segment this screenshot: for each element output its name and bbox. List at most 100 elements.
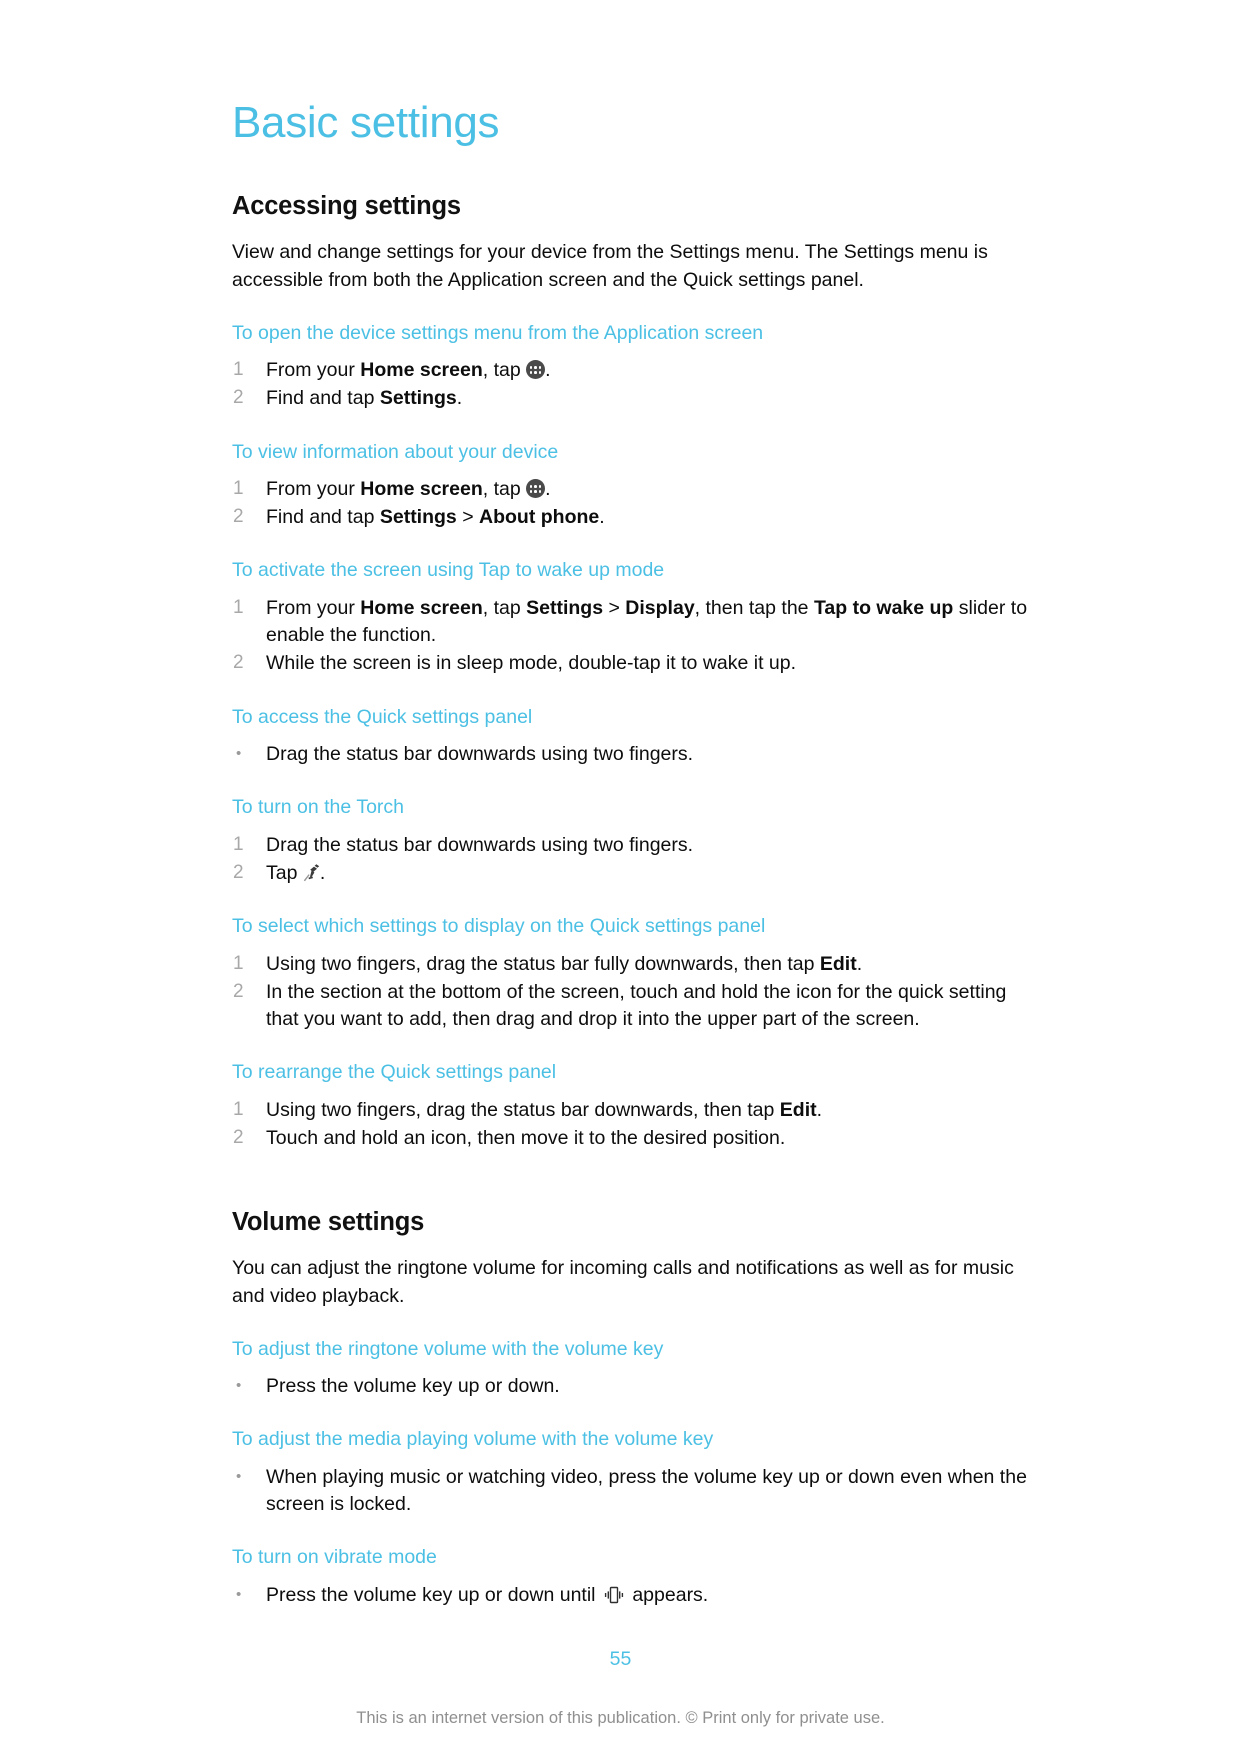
torch-icon [303,863,320,882]
document-page: Basic settings Accessing settings View a… [0,0,1241,1754]
task-ringtone-volume: To adjust the ringtone volume with the v… [232,1337,1032,1401]
step-text-part: From your [266,477,361,500]
step-text: Touch and hold an icon, then move it to … [266,1127,786,1150]
list-item: 2 Find and tap Settings > About phone. [233,504,1032,531]
step-marker: 2 [233,652,244,674]
step-text-part: > [456,506,480,529]
task-title-vibrate-mode: To turn on vibrate mode [232,1546,437,1569]
step-text: From your Home screen, tap Settings > Di… [266,595,1032,650]
footer-copyright-note: This is an internet version of this publ… [356,1709,885,1727]
step-marker: 2 [233,980,244,1002]
task-quick-settings-access: To access the Quick settings panel • Dra… [232,705,1032,769]
task-torch: To turn on the Torch 1 Drag the status b… [232,795,1032,887]
list-item: 2 Touch and hold an icon, then move it t… [233,1125,1032,1152]
list-item: • When playing music or watching video, … [236,1464,1032,1519]
page-title: Basic settings [232,98,500,147]
step-marker: • [236,1467,242,1485]
list-item: 1 From your Home screen, tap . [233,357,1032,384]
list-item: • Press the volume key up or down. [236,1373,1032,1400]
step-list-media-volume: • When playing music or watching video, … [236,1464,1032,1519]
step-text-part: , tap [482,358,527,381]
task-title-rearrange-quick-settings: To rearrange the Quick settings panel [232,1061,557,1084]
step-text-part: Find and tap [266,506,380,529]
step-text-part: From your [266,358,361,381]
task-media-volume: To adjust the media playing volume with … [232,1427,1032,1518]
page-number: 55 [609,1648,632,1670]
step-marker: 1 [233,477,244,499]
task-title-media-volume: To adjust the media playing volume with … [232,1428,714,1451]
emphasis-home-screen: Home screen [360,596,483,619]
vibrate-icon [601,1585,627,1603]
emphasis-display: Display [625,596,695,619]
step-text: Drag the status bar downwards using two … [266,833,694,856]
step-list-open-settings: 1 From your Home screen, tap . 2 Find an… [233,357,1032,413]
section-heading-accessing: Accessing settings [232,192,461,221]
step-text-part: Press the volume key up or down until [266,1583,601,1606]
step-text-part: . [456,387,463,410]
step-text: From your Home screen, tap . [266,357,1032,384]
task-rearrange-quick-settings: To rearrange the Quick settings panel 1 … [232,1060,1032,1152]
task-title-tap-to-wake: To activate the screen using Tap to wake… [232,559,665,582]
step-text-part: Using two fingers, drag the status bar d… [266,1098,780,1121]
step-text-part: Tap [266,861,303,884]
step-marker: 1 [233,358,244,380]
step-text: When playing music or watching video, pr… [266,1465,1027,1516]
step-text-part: From your [266,596,361,619]
step-text-part: , then tap the [694,596,814,619]
emphasis-home-screen: Home screen [360,358,483,381]
step-text: Using two fingers, drag the status bar d… [266,1097,1032,1124]
task-open-settings: To open the device settings menu from th… [232,321,1032,413]
step-list-view-device-info: 1 From your Home screen, tap . 2 Find an… [233,476,1032,532]
step-list-quick-settings-access: • Drag the status bar downwards using tw… [236,741,1032,768]
step-text-part: appears. [626,1583,709,1606]
section-heading-volume: Volume settings [232,1208,425,1237]
list-item: 1 Drag the status bar downwards using tw… [233,832,1032,859]
task-tap-to-wake: To activate the screen using Tap to wake… [232,558,1032,677]
step-list-ringtone-volume: • Press the volume key up or down. [236,1373,1032,1400]
emphasis-home-screen: Home screen [360,477,483,500]
list-item: 2 Tap . [233,860,1032,887]
list-item: • Press the volume key up or down until … [236,1582,1032,1609]
step-text: While the screen is in sleep mode, doubl… [266,652,797,675]
step-marker: 1 [233,833,244,855]
step-text: Using two fingers, drag the status bar f… [266,951,1032,978]
step-list-tap-to-wake: 1 From your Home screen, tap Settings > … [233,595,1032,678]
emphasis-settings: Settings [379,387,457,410]
step-text: Find and tap Settings. [266,385,1032,412]
section-volume-settings: Volume settings You can adjust the ringt… [232,1208,1032,1609]
step-list-torch: 1 Drag the status bar downwards using tw… [233,832,1032,888]
step-marker: 2 [233,861,244,883]
step-text-part: . [545,358,551,381]
list-item: 2 In the section at the bottom of the sc… [233,979,1032,1034]
step-text: From your Home screen, tap . [266,476,1032,503]
task-title-ringtone-volume: To adjust the ringtone volume with the v… [232,1337,664,1360]
step-text: Find and tap Settings > About phone. [266,504,1032,531]
step-marker: 2 [233,387,244,409]
step-list-select-quick-settings: 1 Using two fingers, drag the status bar… [233,951,1032,1034]
section-intro-accessing: View and change settings for your device… [232,241,988,291]
step-text-part: Find and tap [266,387,380,410]
step-text-part: . [545,477,551,500]
step-text-part: . [856,952,863,975]
step-marker: • [236,1377,242,1395]
emphasis-tap-to-wake-up: Tap to wake up [813,596,954,619]
emphasis-about-phone: About phone [479,506,600,529]
step-text: In the section at the bottom of the scre… [266,980,1007,1031]
app-drawer-icon [526,479,546,499]
step-text: Drag the status bar downwards using two … [266,743,694,766]
step-text: Press the volume key up or down. [266,1375,560,1398]
step-marker: 1 [233,1098,244,1120]
step-text: Press the volume key up or down until ap… [266,1582,1032,1609]
step-text-part: . [816,1098,823,1121]
step-text-part: . [319,861,326,884]
step-marker: 1 [233,952,244,974]
step-marker: 1 [233,596,244,618]
step-list-vibrate-mode: • Press the volume key up or down until … [236,1582,1032,1609]
page-content: Basic settings Accessing settings View a… [232,98,1032,1636]
step-list-rearrange-quick-settings: 1 Using two fingers, drag the status bar… [233,1097,1032,1153]
list-item: 1 From your Home screen, tap Settings > … [233,595,1032,650]
emphasis-settings: Settings [526,596,604,619]
step-marker: 2 [233,1127,244,1149]
list-item: 1 Using two fingers, drag the status bar… [233,1097,1032,1124]
task-title-select-quick-settings: To select which settings to display on t… [232,915,766,938]
